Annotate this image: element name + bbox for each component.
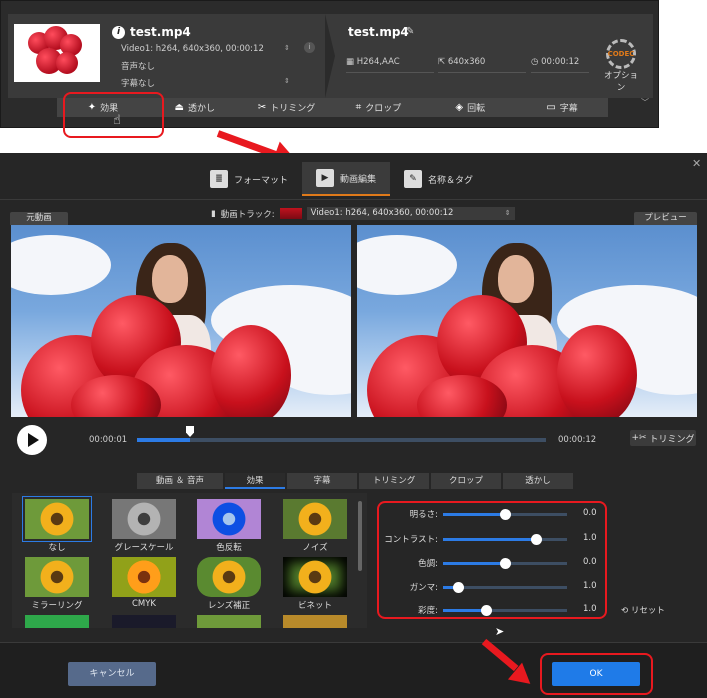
chevron-down-icon[interactable]: ﹀ [641,97,649,108]
subtab-watermark[interactable]: 透かし [503,473,573,489]
resolution-icon: ⇱ [438,57,448,67]
scissors-icon: +✂ [631,433,647,443]
timeline-handle[interactable] [186,426,194,437]
effect-noise[interactable]: ノイズ [275,499,355,553]
chevron-updown-icon[interactable]: ⇕ [284,44,290,52]
effect-thumbnail[interactable] [189,615,269,628]
video-track-info[interactable]: Video1: h264, 640x360, 00:00:12 [121,44,264,54]
format-icon: ≣ [210,170,228,188]
video-thumbnail[interactable] [14,24,100,82]
effect-lens-correction[interactable]: レンズ補正 [189,557,269,611]
tab-divider [0,199,707,200]
effect-none[interactable]: なし [17,496,97,553]
subtitle-track[interactable]: 字幕なし [121,77,155,89]
timeline-track[interactable] [137,438,546,442]
output-file-name: test.mp4 [348,25,409,39]
edit-dialog: ✕ ≣ フォーマット ▶ 動画編集 ✎ 名称＆タグ 元動画 プレビュー ▮ 動画トラッ… [0,153,707,698]
tab-name-tag[interactable]: ✎ 名称＆タグ [390,162,487,196]
tool-rotate[interactable]: ◈ 回転 [424,98,516,117]
effect-thumbnail[interactable] [275,615,355,628]
total-time: 00:00:12 [558,435,597,445]
tool-subtitle[interactable]: ▭ 字幕 [516,98,608,117]
original-video-view[interactable] [11,225,351,417]
effect-vignette[interactable]: ビネット [275,557,355,611]
chevron-updown-icon: ⇕ [504,209,511,217]
file-item: i test.mp4 Video1: h264, 640x360, 00:00:… [8,14,653,98]
cancel-button[interactable]: キャンセル [68,662,156,686]
timeline-progress [137,438,191,442]
highlight-ok-button [540,653,653,695]
subtab-subtitle[interactable]: 字幕 [287,473,357,489]
arrow-divider [325,14,335,98]
film-icon: ▦ [346,57,357,67]
track-thumbnail [279,208,302,219]
effect-grayscale[interactable]: グレースケール [104,499,184,553]
effect-thumbnail[interactable] [17,615,97,628]
tool-trim[interactable]: ✂ トリミング [241,98,333,117]
reset-button[interactable]: ⟲ リセット [621,604,665,616]
name-tag-icon: ✎ [404,170,423,188]
output-resolution-field: ⇱ 640x360 [438,51,526,73]
preview-video-view[interactable] [357,225,697,417]
trim-button[interactable]: +✂ トリミング [630,430,696,446]
crop-icon: ⌗ [355,102,362,113]
phone-icon: ▮ [211,208,216,219]
source-file-name: test.mp4 [130,25,191,39]
pointer-cursor-icon: ➤ [495,625,505,638]
video-track-selector: ▮ 動画トラック: Video1: h264, 640x360, 00:00:1… [211,207,515,220]
current-time: 00:00:01 [89,435,128,445]
pencil-icon[interactable]: ✎ [406,26,414,37]
subtab-trim[interactable]: トリミング [359,473,429,489]
effect-mirror[interactable]: ミラーリング [17,557,97,611]
watermark-icon: ⏏ [174,102,184,113]
highlight-adjustments [377,501,607,619]
close-icon[interactable]: ✕ [692,157,701,170]
original-video-label: 元動画 [10,212,68,225]
output-duration-field: ◷ 00:00:12 [531,51,589,73]
play-button[interactable] [17,425,47,455]
clock-icon: ◷ [531,57,542,67]
video-edit-icon: ▶ [316,169,335,187]
effect-cmyk[interactable]: CMYK [104,557,184,609]
chevron-updown-icon[interactable]: ⇕ [284,77,290,85]
video-track-dropdown[interactable]: Video1: h264, 640x360, 00:00:12 ⇕ [306,207,515,220]
dialog-tabs: ≣ フォーマット ▶ 動画編集 ✎ 名称＆タグ [196,162,487,196]
edit-sub-tabs: 動画 ＆ 音声 効果 字幕 トリミング クロップ 透かし [137,473,573,489]
effects-gallery: なし グレースケール 色反転 ノイズ ミラーリング CMYK レンズ補正 ビネッ… [12,493,367,628]
scissors-icon: ✂ [257,102,267,113]
option-button[interactable]: CODEC オプション [601,39,641,93]
effects-scrollbar[interactable] [358,501,362,571]
tab-video-edit[interactable]: ▶ 動画編集 [302,162,391,196]
tool-crop[interactable]: ⌗ クロップ [332,98,424,117]
info-circle-icon[interactable]: i [304,42,315,53]
subtitle-icon: ▭ [546,102,556,113]
output-format-field: ▦ H264,AAC [346,51,434,73]
gear-icon: CODEC [606,39,636,69]
video-track-label: 動画トラック: [220,209,275,220]
effect-invert[interactable]: 色反転 [189,499,269,553]
hand-cursor-icon: ☝ [113,113,121,128]
rotate-icon: ◈ [455,102,464,113]
subtab-video-audio[interactable]: 動画 ＆ 音声 [137,473,223,489]
audio-track[interactable]: 音声なし [121,60,155,72]
preview-label: プレビュー [634,212,697,225]
subtab-effect[interactable]: 効果 [225,473,285,489]
subtab-crop[interactable]: クロップ [431,473,501,489]
tab-format[interactable]: ≣ フォーマット [196,162,302,196]
info-icon[interactable]: i [112,26,125,39]
reset-icon: ⟲ [621,606,631,616]
effect-thumbnail[interactable] [104,615,184,628]
